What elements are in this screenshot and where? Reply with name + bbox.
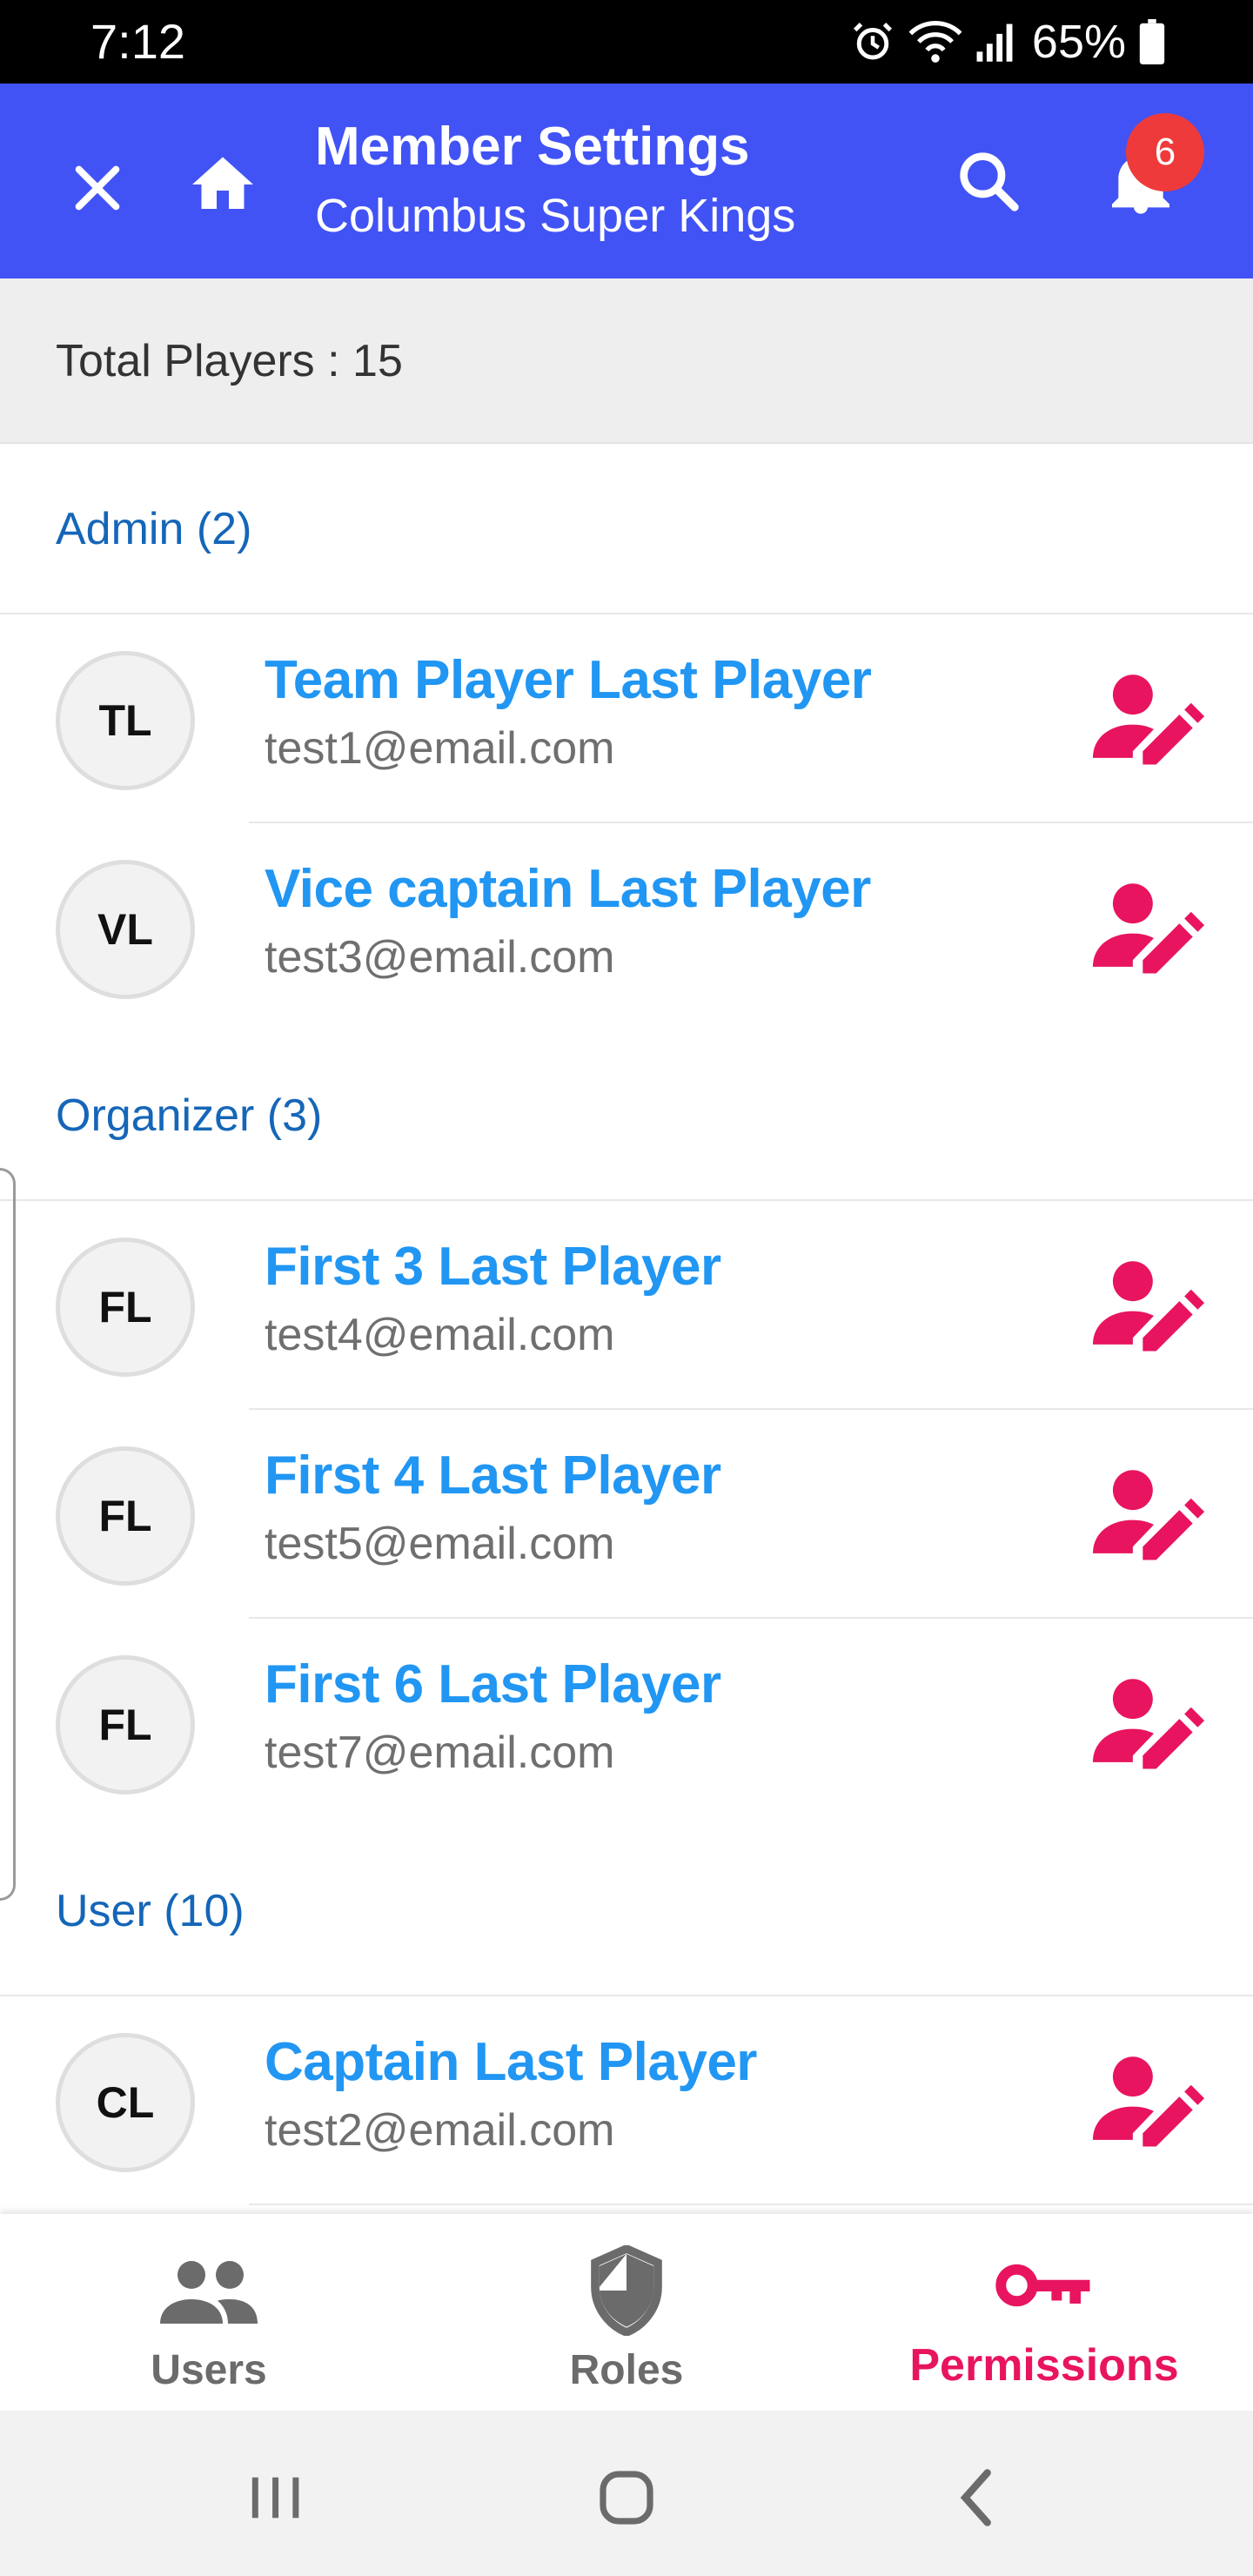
member-email: test4@email.com [265, 1310, 615, 1360]
member-email: test2@email.com [265, 2105, 615, 2156]
avatar: FL [56, 1446, 195, 1586]
member-name: First 6 Last Player [265, 1654, 721, 1714]
user-edit-icon [1093, 1261, 1205, 1352]
alarm-icon [849, 18, 896, 65]
scroll-indicator[interactable] [0, 1168, 16, 1901]
status-bar: 7:12 65% [0, 0, 1253, 84]
app-bar: Member Settings Columbus Super Kings 6 [0, 84, 1253, 278]
people-icon [160, 2261, 258, 2324]
home-system-button[interactable] [574, 2445, 679, 2550]
section-label: Admin (2) [56, 504, 252, 554]
title-block: Member Settings Columbus Super Kings [315, 110, 795, 247]
notification-badge: 6 [1126, 113, 1204, 191]
tab-label: Users [151, 2347, 267, 2393]
avatar: TL [56, 651, 195, 790]
section-header-user: User (10) [0, 1869, 1253, 1953]
home-icon [192, 157, 253, 209]
member-email: test3@email.com [265, 932, 615, 983]
system-nav-bar [0, 2411, 1253, 2576]
member-row[interactable]: CL Captain Last Player test2@email.com [0, 1996, 1253, 2205]
edit-member-button[interactable] [1093, 2052, 1215, 2157]
user-edit-icon [1093, 1679, 1205, 1769]
battery-icon [1138, 19, 1166, 64]
member-row[interactable]: VL Vice captain Last Player test3@email.… [0, 823, 1253, 1032]
summary-strip: Total Players : 15 [0, 278, 1253, 444]
recent-apps-icon [251, 2477, 299, 2519]
page-title: Member Settings [315, 117, 750, 177]
total-players: Total Players : 15 [56, 336, 403, 386]
member-email: test5@email.com [265, 1519, 615, 1569]
user-edit-icon [1093, 1470, 1205, 1560]
member-email: test7@email.com [265, 1727, 615, 1778]
edit-member-button[interactable] [1093, 1466, 1215, 1570]
back-icon [960, 2469, 991, 2526]
user-edit-icon [1093, 883, 1205, 974]
edit-member-button[interactable] [1093, 1674, 1215, 1779]
wifi-icon [908, 18, 962, 65]
home-button[interactable] [179, 141, 266, 228]
member-row[interactable]: FL First 6 Last Player test7@email.com [0, 1619, 1253, 1828]
member-name: Team Player Last Player [265, 650, 872, 710]
close-button[interactable] [56, 146, 139, 230]
tab-permissions[interactable]: Permissions [835, 2214, 1253, 2411]
member-row[interactable]: FL First 3 Last Player test4@email.com [0, 1201, 1253, 1410]
member-row[interactable]: TL Team Player Last Player test1@email.c… [0, 614, 1253, 823]
avatar: CL [56, 2033, 195, 2172]
edit-member-button[interactable] [1093, 1257, 1215, 1361]
shield-icon [591, 2245, 662, 2336]
avatar: FL [56, 1238, 195, 1377]
user-edit-icon [1093, 674, 1205, 765]
member-name: First 3 Last Player [265, 1237, 721, 1297]
status-icons: 65% [849, 12, 1166, 71]
member-email: test1@email.com [265, 723, 615, 774]
section-header-organizer: Organizer (3) [0, 1074, 1253, 1157]
close-icon [75, 165, 120, 211]
member-name: Vice captain Last Player [265, 859, 871, 919]
edit-member-button[interactable] [1093, 879, 1215, 983]
search-icon [960, 152, 1019, 211]
recent-apps-button[interactable] [223, 2445, 327, 2550]
team-name: Columbus Super Kings [315, 190, 796, 242]
divider [249, 2204, 1253, 2205]
member-name: First 4 Last Player [265, 1446, 721, 1506]
section-label: User (10) [56, 1886, 245, 1936]
tab-users[interactable]: Users [0, 2214, 418, 2411]
tab-label: Roles [569, 2347, 684, 2393]
status-time: 7:12 [90, 14, 185, 69]
battery-percent: 65% [1031, 16, 1126, 68]
avatar: FL [56, 1655, 195, 1794]
key-icon [995, 2264, 1090, 2307]
back-button[interactable] [924, 2445, 1029, 2550]
home-button-icon [600, 2471, 653, 2525]
edit-member-button[interactable] [1093, 670, 1215, 775]
tab-roles[interactable]: Roles [418, 2214, 835, 2411]
member-name: Captain Last Player [265, 2032, 757, 2092]
user-edit-icon [1093, 2056, 1205, 2147]
section-header-admin: Admin (2) [0, 487, 1253, 571]
avatar: VL [56, 860, 195, 999]
search-button[interactable] [945, 138, 1032, 225]
signal-icon [975, 20, 1015, 64]
section-label: Organizer (3) [56, 1090, 323, 1141]
tab-label: Permissions [909, 2340, 1179, 2391]
member-row[interactable]: FL First 4 Last Player test5@email.com [0, 1410, 1253, 1619]
bottom-nav: Users Roles Permissions [0, 2214, 1253, 2411]
